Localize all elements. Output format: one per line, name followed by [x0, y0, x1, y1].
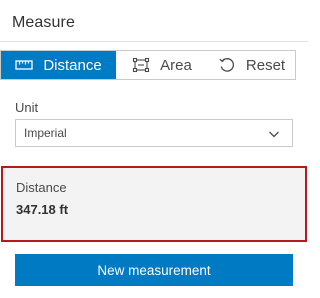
unit-select[interactable]: Imperial [15, 119, 293, 147]
reset-icon [218, 56, 236, 74]
distance-mode-button[interactable]: Distance [1, 51, 116, 79]
measure-panel: Measure Distance Area Reset Unit Imperia… [0, 0, 308, 298]
measurement-result: Distance 347.18 ft [1, 166, 307, 242]
header-divider [0, 41, 308, 42]
unit-selected-value: Imperial [24, 126, 67, 140]
area-mode-label: Area [160, 56, 192, 74]
unit-label: Unit [15, 100, 39, 115]
ruler-icon [15, 58, 33, 72]
result-label: Distance [16, 180, 67, 195]
reset-label: Reset [245, 56, 286, 74]
reset-button[interactable]: Reset [208, 51, 295, 79]
result-value: 347.18 ft [16, 202, 69, 217]
area-icon [132, 57, 150, 73]
measure-mode-toolbar: Distance Area Reset [0, 50, 296, 80]
area-mode-button[interactable]: Area [116, 51, 208, 79]
panel-title: Measure [12, 14, 75, 31]
chevron-down-icon [268, 128, 280, 142]
distance-mode-label: Distance [43, 56, 102, 74]
new-measurement-button[interactable]: New measurement [15, 254, 293, 286]
